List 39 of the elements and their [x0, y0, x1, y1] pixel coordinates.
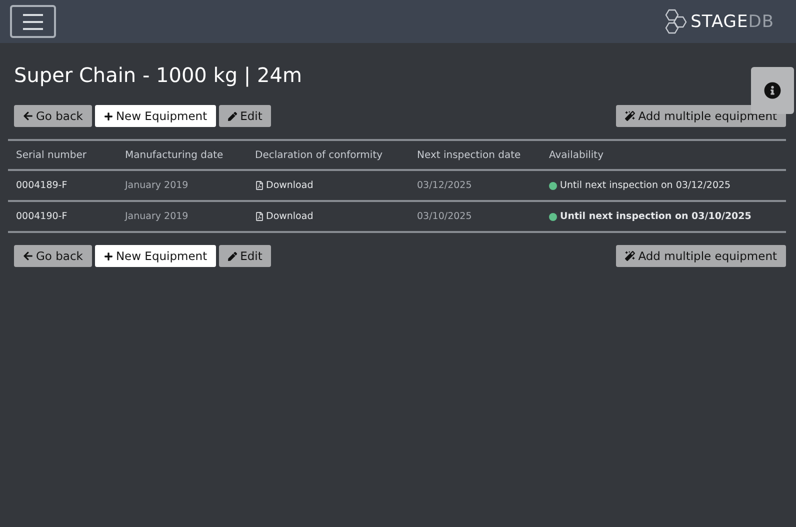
serial-cell-text: 0004190-F	[16, 211, 68, 222]
column-header: Manufacturing date	[125, 150, 224, 160]
date-cell-text: January 2019	[125, 180, 190, 191]
plus-icon	[104, 112, 113, 120]
arrow-left-icon	[23, 111, 33, 121]
column-header: Next inspection date	[417, 150, 522, 160]
logo-text-accent: DB	[748, 12, 774, 32]
info-icon	[764, 82, 781, 99]
pencil-icon	[228, 112, 238, 120]
go-back-button[interactable]: Go back	[14, 105, 92, 127]
wand-icon	[625, 111, 636, 121]
wand-icon	[625, 251, 636, 261]
plus-icon	[104, 252, 113, 260]
column-header: Declaration of conformity	[255, 150, 384, 160]
pdf-file-icon	[255, 181, 264, 190]
new-equipment-button[interactable]: New Equipment	[94, 245, 216, 267]
pencil-icon	[228, 252, 238, 260]
inspection-date-cell-text: 03/10/2025	[417, 211, 473, 222]
serial-cell-text: 0004189-F	[16, 180, 68, 191]
go-back-button[interactable]: Go back	[14, 245, 92, 267]
availability-text: Until next inspection on 03/12/2025	[560, 180, 731, 191]
add-multiple-equipment-button[interactable]: Add multiple equipment	[616, 245, 786, 267]
date-cell-text: January 2019	[125, 211, 190, 222]
download-link[interactable]: Download	[255, 211, 417, 222]
download-link[interactable]: Download	[255, 180, 417, 191]
availability-text: Until next inspection on 03/10/2025	[560, 211, 752, 222]
inspection-date-cell-text: 03/12/2025	[417, 180, 473, 191]
add-multiple-equipment-button[interactable]: Add multiple equipment	[616, 105, 786, 127]
arrow-left-icon	[23, 251, 33, 261]
menu-button[interactable]	[10, 5, 56, 38]
hexagon-logo-icon	[662, 8, 689, 36]
column-header: Serial number	[16, 150, 88, 160]
page-title: Super Chain - 1000 kg | 24m	[14, 63, 302, 89]
column-header: Availability	[549, 150, 605, 160]
pdf-file-icon	[255, 212, 264, 221]
edit-button[interactable]: Edit	[219, 245, 272, 267]
edit-button[interactable]: Edit	[219, 105, 272, 127]
new-equipment-button[interactable]: New Equipment	[94, 105, 216, 127]
logo-text: STAGE	[690, 12, 748, 32]
